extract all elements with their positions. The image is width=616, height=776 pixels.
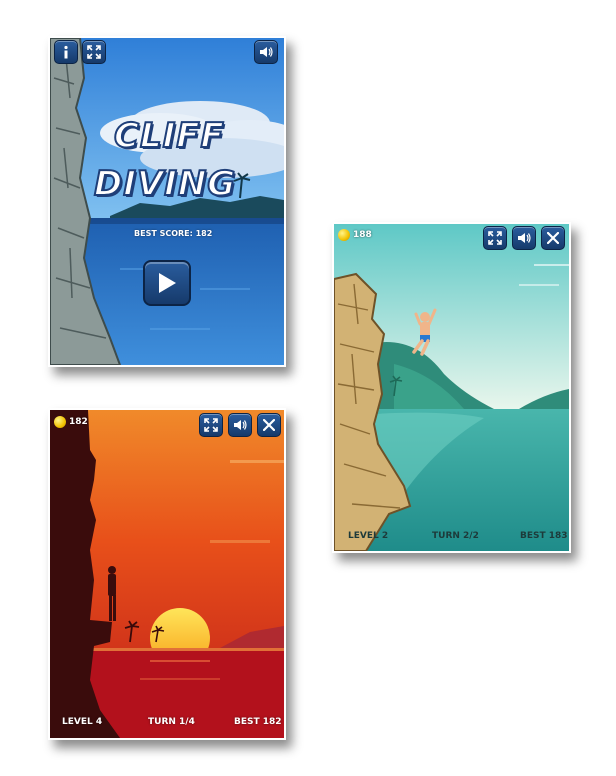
play-icon (159, 273, 176, 293)
level-label: LEVEL 2 (348, 531, 389, 541)
coin-icon (338, 229, 350, 241)
fullscreen-icon (204, 418, 218, 432)
sound-button[interactable] (512, 226, 536, 250)
day-scene-background (334, 224, 569, 551)
sunset-scene-background (50, 410, 284, 738)
coin-count: 188 (353, 230, 372, 240)
game-title-line2: DIVING (93, 163, 237, 205)
close-icon (547, 232, 559, 244)
title-screen: CLIFF DIVING BEST SCORE: 182 (48, 36, 286, 367)
best-label: BEST 182 (234, 717, 282, 727)
fullscreen-icon (87, 45, 101, 59)
coin-icon (54, 416, 66, 428)
play-button[interactable] (143, 260, 191, 306)
best-score-label: BEST SCORE: 182 (134, 229, 213, 238)
close-icon (263, 419, 275, 431)
info-button[interactable] (54, 40, 78, 64)
fullscreen-button[interactable] (483, 226, 507, 250)
close-button[interactable] (257, 413, 281, 437)
info-icon (64, 45, 68, 59)
level-label: LEVEL 4 (62, 717, 103, 727)
gameplay-screen-sunset: 182 LEVEL 4 TURN 1/4 BEST 182 (48, 408, 286, 740)
turn-label: TURN 2/2 (432, 531, 479, 541)
fullscreen-button[interactable] (82, 40, 106, 64)
fullscreen-icon (488, 231, 502, 245)
sound-button[interactable] (228, 413, 252, 437)
fullscreen-button[interactable] (199, 413, 223, 437)
coin-count: 182 (69, 417, 88, 427)
sound-icon (234, 420, 247, 430)
sound-icon (260, 47, 273, 57)
gameplay-screen-day: 188 LEVEL 2 TURN 2/2 BEST 183 (332, 222, 571, 553)
best-label: BEST 183 (520, 531, 568, 541)
sound-button[interactable] (254, 40, 278, 64)
sound-icon (518, 233, 531, 243)
game-title-line1: CLIFF (113, 115, 225, 157)
close-button[interactable] (541, 226, 565, 250)
turn-label: TURN 1/4 (148, 717, 195, 727)
